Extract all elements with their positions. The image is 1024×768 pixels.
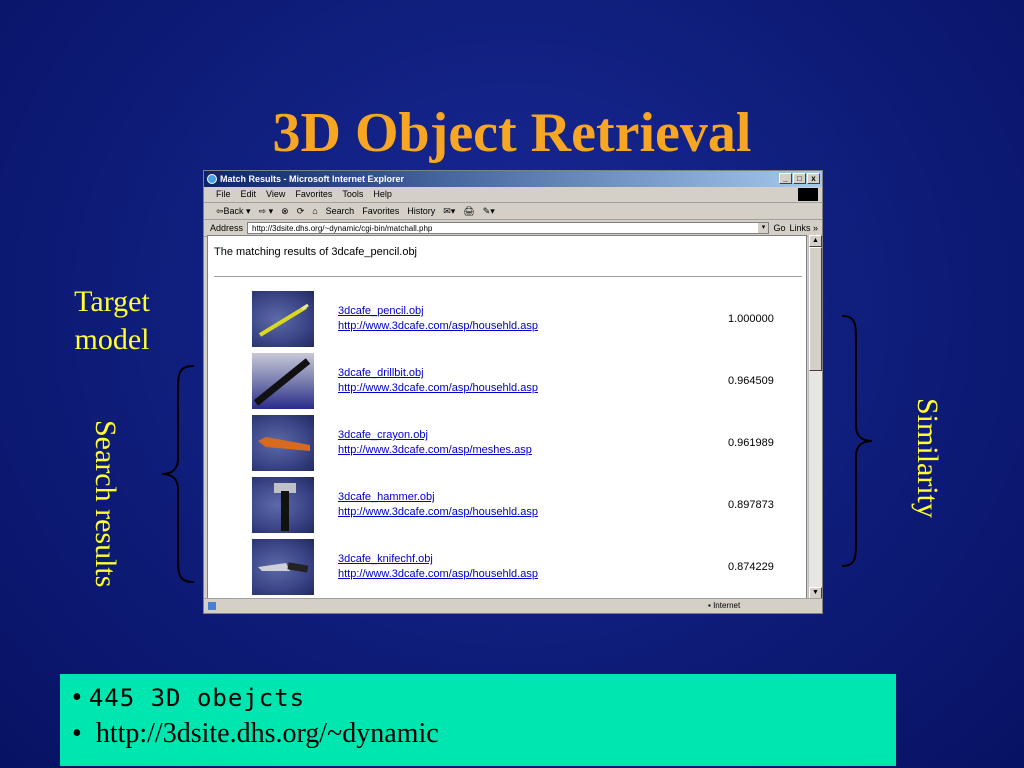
hammer-thumbnail[interactable] (252, 477, 314, 533)
mail-button[interactable]: ✉▾ (443, 203, 455, 219)
crayon-thumbnail[interactable] (252, 415, 314, 471)
result-score: 1.000000 (728, 313, 774, 325)
forward-button[interactable]: ⇨ ▾ (259, 203, 274, 219)
right-brace (841, 315, 873, 567)
edit-button[interactable]: ✎▾ (483, 203, 495, 219)
target-model-label: Target model (60, 283, 164, 359)
search-results-text: Search results (89, 420, 122, 588)
result-url-link[interactable]: http://www.3dcafe.com/asp/househld.asp (338, 568, 538, 580)
browser-window: Match Results - Microsoft Internet Explo… (203, 170, 823, 614)
ie-throbber-icon (798, 188, 818, 201)
vertical-scrollbar[interactable]: ▲ ▼ (808, 235, 822, 599)
similarity-text: Similarity (911, 398, 944, 518)
knife-thumbnail[interactable] (252, 539, 314, 595)
links-button[interactable]: Links » (789, 220, 822, 236)
menu-favorites[interactable]: Favorites (295, 187, 332, 202)
divider (214, 276, 802, 277)
minimize-button[interactable]: _ (779, 173, 792, 184)
bullet-item: • http://3dsite.dhs.org/~dynamic (72, 716, 896, 752)
menu-help[interactable]: Help (373, 187, 392, 202)
toolbar: ⇦Back ▾ ⇨ ▾ ⊗ ⟳ ⌂ Search Favorites Histo… (204, 203, 822, 220)
menu-bar: File Edit View Favorites Tools Help (204, 187, 822, 203)
address-value: http://3dsite.dhs.org/~dynamic/cgi-bin/m… (252, 224, 433, 233)
result-url-link[interactable]: http://www.3dcafe.com/asp/househld.asp (338, 506, 538, 518)
maximize-button[interactable]: □ (793, 173, 806, 184)
print-button[interactable]: 🖨 (463, 203, 474, 219)
result-score: 0.897873 (728, 499, 774, 511)
bullet-icon: • (72, 718, 96, 749)
slide-title: 3D Object Retrieval (272, 102, 752, 164)
page-heading: The matching results of 3dcafe_pencil.ob… (214, 246, 418, 258)
favorites-button[interactable]: Favorites (362, 203, 399, 219)
bullet-text: 445 3D obejcts (88, 684, 306, 712)
menu-edit[interactable]: Edit (241, 187, 257, 202)
result-score: 0.961989 (728, 437, 774, 449)
result-score: 0.874229 (728, 561, 774, 573)
stop-button[interactable]: ⊗ (281, 203, 289, 219)
page-done-icon (208, 602, 216, 610)
info-box: • 445 3D obejcts • http://3dsite.dhs.org… (60, 674, 896, 766)
menu-file[interactable]: File (216, 187, 231, 202)
ie-icon (207, 174, 217, 184)
address-label: Address (210, 223, 244, 233)
close-button[interactable]: x (807, 173, 820, 184)
go-button[interactable]: Go (773, 220, 785, 236)
status-zone: ▪ Internet (708, 601, 741, 610)
page-content: The matching results of 3dcafe_pencil.ob… (207, 235, 807, 599)
target-label-line2: model (74, 323, 150, 356)
address-dropdown-icon[interactable]: ▾ (758, 223, 769, 233)
menu-tools[interactable]: Tools (342, 187, 363, 202)
window-title: Match Results - Microsoft Internet Explo… (220, 174, 405, 184)
history-button[interactable]: History (407, 203, 435, 219)
search-button[interactable]: Search (326, 203, 355, 219)
browser-titlebar[interactable]: Match Results - Microsoft Internet Explo… (204, 171, 822, 187)
scrollbar-thumb[interactable] (809, 247, 822, 371)
target-label-line1: Target (74, 285, 150, 318)
back-button[interactable]: ⇦Back ▾ (216, 203, 251, 219)
home-button[interactable]: ⌂ (312, 203, 317, 219)
result-url-link[interactable]: http://www.3dcafe.com/asp/househld.asp (338, 382, 538, 394)
bullet-item: • 445 3D obejcts (72, 680, 896, 716)
status-zone-text: Internet (713, 601, 741, 610)
result-name-link[interactable]: 3dcafe_knifechf.obj (338, 553, 433, 565)
scroll-up-icon[interactable]: ▲ (809, 235, 822, 247)
status-bar: ▪ Internet (204, 598, 822, 613)
left-brace (161, 365, 195, 583)
result-row: 3dcafe_crayon.obj http://www.3dcafe.com/… (252, 415, 792, 473)
drillbit-thumbnail[interactable] (252, 353, 314, 409)
pencil-thumbnail[interactable] (252, 291, 314, 347)
result-name-link[interactable]: 3dcafe_crayon.obj (338, 429, 428, 441)
result-score: 0.964509 (728, 375, 774, 387)
result-name-link[interactable]: 3dcafe_hammer.obj (338, 491, 435, 503)
bullet-text: http://3dsite.dhs.org/~dynamic (95, 718, 439, 749)
result-row: 3dcafe_knifechf.obj http://www.3dcafe.co… (252, 539, 792, 597)
menu-view[interactable]: View (266, 187, 285, 202)
result-row: 3dcafe_hammer.obj http://www.3dcafe.com/… (252, 477, 792, 535)
result-row: 3dcafe_drillbit.obj http://www.3dcafe.co… (252, 353, 792, 411)
result-url-link[interactable]: http://www.3dcafe.com/asp/househld.asp (338, 320, 538, 332)
result-name-link[interactable]: 3dcafe_pencil.obj (338, 305, 424, 317)
result-name-link[interactable]: 3dcafe_drillbit.obj (338, 367, 424, 379)
result-url-link[interactable]: http://www.3dcafe.com/asp/meshes.asp (338, 444, 532, 456)
bullet-icon: • (72, 682, 89, 713)
result-row: 3dcafe_pencil.obj http://www.3dcafe.com/… (252, 291, 792, 349)
address-input[interactable]: http://3dsite.dhs.org/~dynamic/cgi-bin/m… (247, 222, 770, 234)
refresh-button[interactable]: ⟳ (297, 203, 305, 219)
